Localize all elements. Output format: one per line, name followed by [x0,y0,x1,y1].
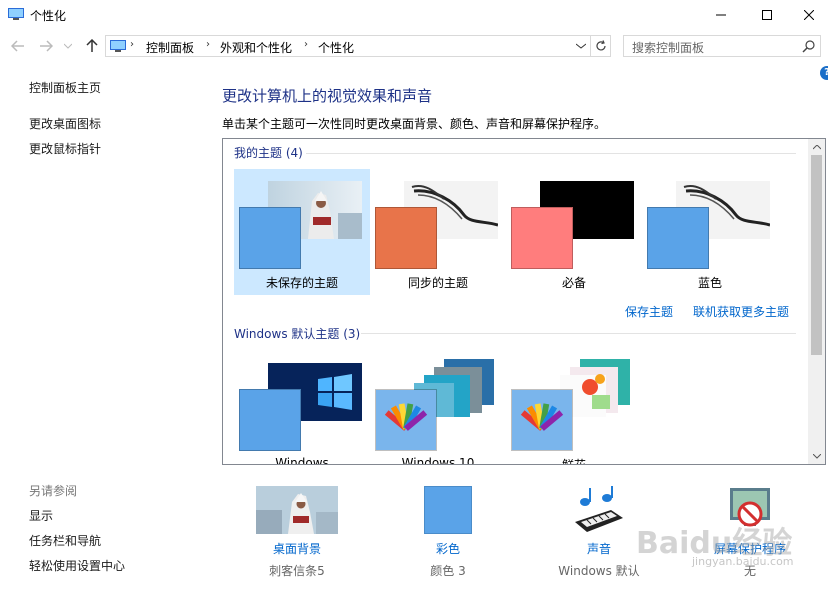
arrow-left-icon [11,40,24,52]
forward-button[interactable] [36,36,56,56]
ease-of-access-link[interactable]: 轻松使用设置中心 [29,557,125,574]
close-icon [804,10,814,20]
color-swatch [511,207,573,269]
page-title: 更改计算机上的视觉效果和声音 [222,87,433,105]
refresh-icon [595,40,606,51]
search-icon [802,40,815,53]
chevron-down-icon [576,43,586,49]
theme-tile-unsaved[interactable]: 未保存的主题 [234,169,370,295]
control-panel-home-link[interactable]: 控制面板主页 [29,79,101,96]
search-input[interactable]: 搜索控制面板 [623,35,821,57]
search-placeholder: 搜索控制面板 [632,41,705,55]
title-bar: 个性化 [0,0,828,30]
help-icon[interactable]: ? [820,66,828,80]
theme-tile-synced[interactable]: 同步的主题 [370,169,506,295]
personalization-icon [8,8,24,20]
scroll-up-button[interactable] [808,141,825,153]
minimize-button[interactable] [698,0,744,30]
assassin-wallpaper-thumbnail [256,486,338,534]
control-panel-icon [110,40,126,52]
color-swatch [239,207,301,269]
chevron-right-icon[interactable]: › [206,39,210,50]
scroll-down-button[interactable] [808,450,825,462]
scroll-thumb[interactable] [811,155,822,355]
color-label[interactable]: 彩色 [383,540,513,557]
scrollbar[interactable] [808,139,825,464]
see-also-heading: 另请参阅 [29,484,78,498]
window-title: 个性化 [30,9,67,23]
color-value: 颜色 3 [430,564,466,578]
divider [306,153,796,154]
get-more-themes-link[interactable]: 联机获取更多主题 [693,303,789,320]
chevron-up-icon [812,144,821,149]
theme-label: Windows 10 [401,456,475,465]
desktop-background-value: 刺客信条5 [269,564,325,578]
navigation-bar: › 控制面板 › 外观和个性化 › 个性化 搜索控制面板 [0,30,828,62]
color-swatch [647,207,709,269]
color-swatch [375,207,437,269]
windows-themes-header: Windows 默认主题 (3) [234,327,361,341]
chevron-down-icon [64,43,72,49]
change-desktop-icons-link[interactable]: 更改桌面图标 [29,115,101,132]
sound-icon [575,486,623,532]
chevron-right-icon: › [130,39,134,50]
arrow-up-icon [86,39,98,52]
address-history-button[interactable] [574,38,588,54]
color-palette-icon [375,389,437,451]
theme-label: 鲜花 [561,458,586,465]
color-swatch [239,389,301,451]
chevron-down-icon [812,453,821,459]
display-link[interactable]: 显示 [29,507,53,524]
my-themes-header: 我的主题 (4) [234,146,303,160]
theme-tile-windows-10[interactable]: Windows 10 [370,351,506,465]
page-description: 单击某个主题可一次性同时更改桌面背景、颜色、声音和屏幕保护程序。 [222,117,607,131]
recent-locations-button[interactable] [62,36,74,56]
up-button[interactable] [82,36,102,56]
theme-label: 同步的主题 [407,276,468,290]
theme-label: 未保存的主题 [265,276,338,290]
baidu-watermark-url: jingyan.baidu.com [692,555,794,568]
maximize-button[interactable] [744,0,790,30]
theme-label: 蓝色 [697,276,722,290]
theme-tile-windows[interactable]: Windows [234,351,370,465]
close-button[interactable] [790,0,828,30]
theme-tile-blue[interactable]: 蓝色 [642,169,778,295]
back-button[interactable] [8,36,28,56]
theme-tile-flowers[interactable]: 鲜花 [506,351,642,465]
breadcrumb-appearance[interactable]: 外观和个性化 [220,39,292,56]
change-mouse-pointer-link[interactable]: 更改鼠标指针 [29,140,101,157]
save-theme-link[interactable]: 保存主题 [625,303,673,320]
color-swatch-icon [424,486,472,534]
maximize-icon [762,10,772,20]
desktop-background-label[interactable]: 桌面背景 [232,540,362,557]
theme-tile-essential[interactable]: 必备 [506,169,642,295]
breadcrumb-control-panel[interactable]: 控制面板 [146,39,194,56]
theme-label: Windows [275,456,329,465]
theme-label: 必备 [561,276,586,290]
breadcrumb-personalization[interactable]: 个性化 [318,39,354,56]
address-bar[interactable]: › 控制面板 › 外观和个性化 › 个性化 [105,35,611,57]
arrow-right-icon [40,40,53,52]
theme-list: 我的主题 (4) 未保存的主题 同步的主题 必备 蓝色 保存主题 联机获取更多主… [222,138,826,465]
color-palette-icon [511,389,573,451]
sound-value: Windows 默认 [558,564,640,578]
refresh-button[interactable] [590,36,610,56]
minimize-icon [716,14,726,16]
chevron-right-icon[interactable]: › [304,39,308,50]
divider [361,333,796,334]
taskbar-navigation-link[interactable]: 任务栏和导航 [29,532,101,549]
